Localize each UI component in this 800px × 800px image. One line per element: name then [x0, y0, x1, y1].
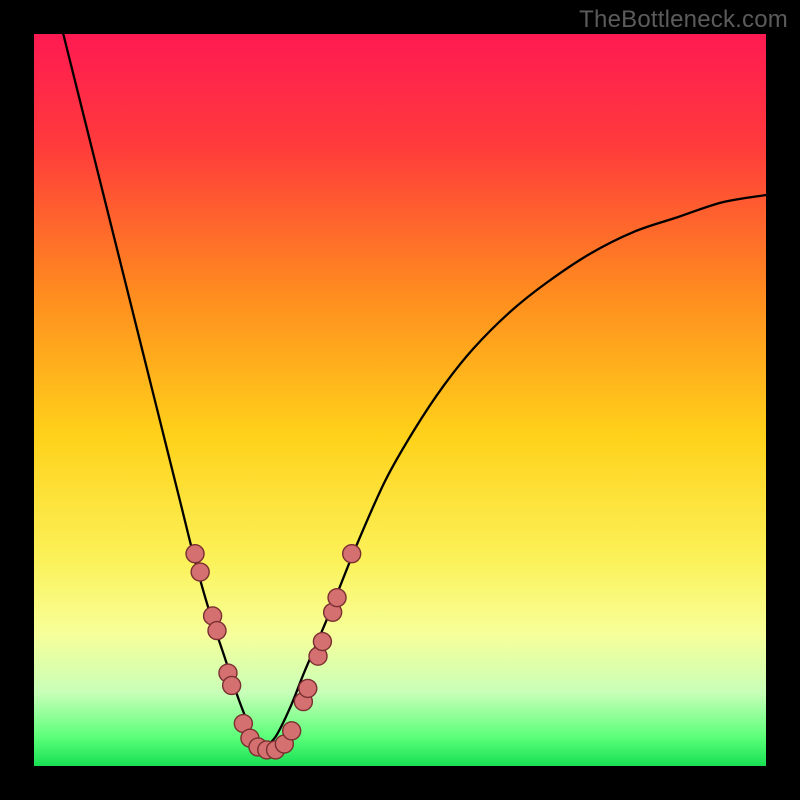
curve-marker: [186, 545, 204, 563]
curve-marker: [328, 589, 346, 607]
curve-marker: [223, 676, 241, 694]
curve-marker: [299, 679, 317, 697]
left-curve: [63, 34, 261, 751]
curve-marker: [283, 722, 301, 740]
outer-frame: TheBottleneck.com: [0, 0, 800, 800]
curve-marker: [191, 563, 209, 581]
bottleneck-chart: [34, 34, 766, 766]
curve-marker: [208, 622, 226, 640]
right-curve: [261, 195, 766, 751]
curve-marker: [343, 545, 361, 563]
curve-marker: [313, 633, 331, 651]
curve-markers: [186, 545, 361, 759]
watermark-text: TheBottleneck.com: [579, 6, 788, 34]
